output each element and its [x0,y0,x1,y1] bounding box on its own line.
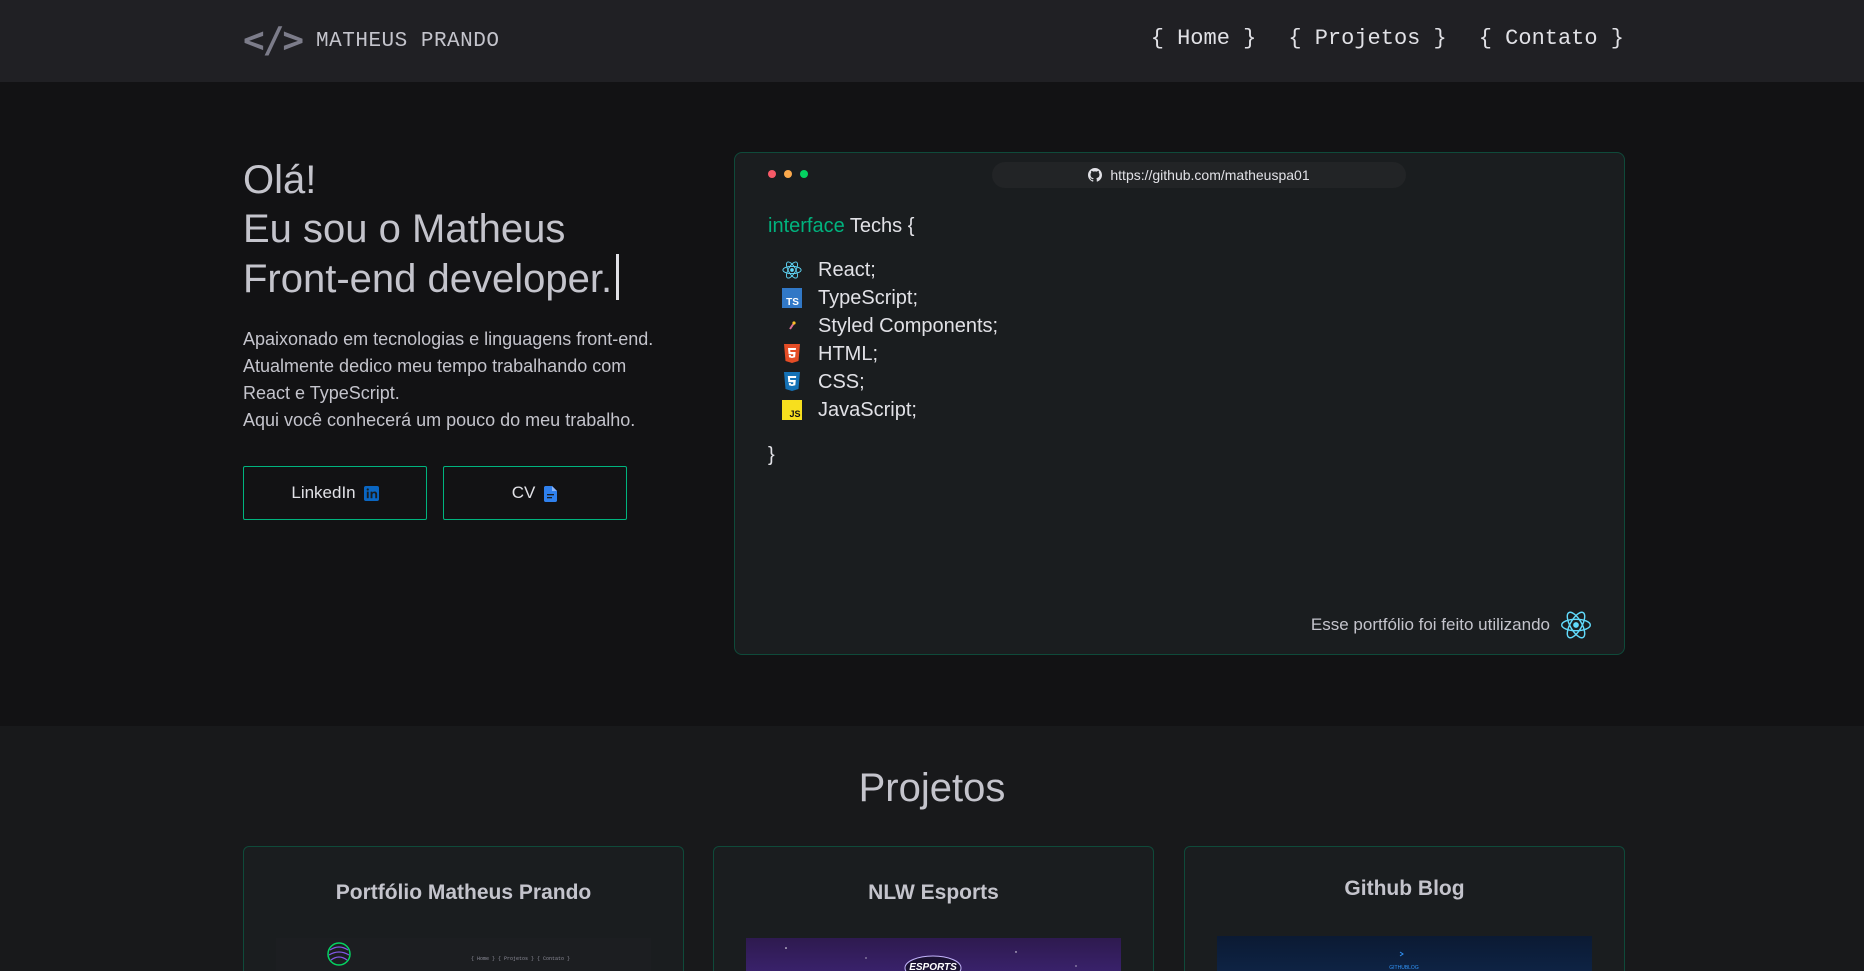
window-controls [768,170,808,178]
hero-role-text: Front-end developer. [243,257,613,301]
interface-declaration: interface Techs { [768,215,1588,238]
tech-label: JavaScript; [818,398,917,421]
code-window: https://github.com/matheuspa01 interface… [734,152,1625,655]
hero-intro: Eu sou o Matheus [243,207,566,251]
code-closing-brace: } [768,444,775,466]
url-text: https://github.com/matheuspa01 [1110,167,1310,183]
html5-icon [782,344,802,364]
cv-button[interactable]: CV [443,466,627,520]
linkedin-icon [363,485,379,501]
typescript-icon: TS [782,288,802,308]
cv-button-label: CV [511,483,536,502]
thumbnail-text: GITHUBLOG [1389,965,1419,971]
code-brackets-icon: </> [243,20,304,61]
project-thumbnail: GITHUBLOG [1217,936,1592,971]
description-line: React e TypeScript. [243,383,400,403]
tech-label: HTML; [818,342,878,365]
project-thumbnail: { Home } { Projetos } { Contato } [276,938,651,971]
url-bar[interactable]: https://github.com/matheuspa01 [992,162,1406,188]
thumbnail-logo: ESPORTS [909,962,957,971]
maximize-dot-icon [800,170,808,178]
description-line: Apaixonado em tecnologias e linguagens f… [243,329,654,349]
tech-item: Styled Components; [782,312,1588,340]
svg-text:TS: TS [786,297,799,308]
code-type-name: Techs { [849,215,915,237]
built-with-note: Esse portfólio foi feito utilizando [1311,610,1592,640]
linkedin-button-label: LinkedIn [291,483,356,502]
close-dot-icon [768,170,776,178]
project-title: Portfólio Matheus Prando [335,881,592,904]
react-icon [782,260,802,280]
tech-label: Styled Components; [818,314,999,337]
tech-item: React; [782,256,1588,284]
thumbnail-nav: { Home } { Projetos } { Contato } [471,956,570,962]
code-keyword: interface [768,215,845,237]
hero-description: Apaixonado em tecnologias e linguagens f… [243,326,703,434]
styled-components-icon [782,316,802,336]
tech-item: TS TypeScript; [782,284,1588,312]
github-icon [1088,168,1103,182]
react-logo-icon [1561,611,1591,639]
tech-list: React; TS TypeScript; Styled Components;… [782,256,1588,424]
tech-item: JS JavaScript; [782,396,1588,424]
projects-title: Projetos [858,766,1006,810]
css3-icon [782,372,802,392]
nav-projetos[interactable]: { Projetos } [1288,26,1446,51]
document-icon [543,485,558,502]
svg-text:JS: JS [789,409,800,419]
tech-item: HTML; [782,340,1588,368]
project-card[interactable]: Github Blog GITHUBLOG [1184,846,1625,971]
tech-label: React; [818,258,876,281]
minimize-dot-icon [784,170,792,178]
tech-label: CSS; [818,370,865,393]
nav-home[interactable]: { Home } [1151,26,1257,51]
site-name: MATHEUS PRANDO [316,29,500,53]
nav-contato[interactable]: { Contato } [1479,26,1624,51]
project-card[interactable]: NLW Esports ESPORTS [713,846,1154,971]
project-title: Github Blog [1344,877,1465,900]
logo[interactable]: </> MATHEUS PRANDO [243,22,499,60]
hero-role: Front-end developer. [243,254,703,304]
tech-item: CSS; [782,368,1588,396]
site-header: </> MATHEUS PRANDO { Home } { Projetos }… [0,0,1864,82]
code-block: interface Techs { React; TS TypeScript; … [768,215,1588,467]
built-with-text: Esse portfólio foi feito utilizando [1310,615,1550,634]
tech-label: TypeScript; [818,286,919,309]
description-line: Aqui você conhecerá um pouco do meu trab… [243,410,636,430]
description-line: Atualmente dedico meu tempo trabalhando … [243,356,627,376]
project-card[interactable]: Portfólio Matheus Prando { Home } { Proj… [243,846,684,971]
javascript-icon: JS [782,400,802,420]
linkedin-button[interactable]: LinkedIn [243,466,427,520]
project-thumbnail: ESPORTS [746,938,1121,971]
project-title: NLW Esports [868,881,999,904]
main-nav: { Home } { Projetos } { Contato } [1151,26,1624,51]
typing-cursor [616,254,620,300]
hero-title: Olá! Eu sou o Matheus Front-end develope… [243,156,703,304]
hero-greeting: Olá! [243,158,317,202]
